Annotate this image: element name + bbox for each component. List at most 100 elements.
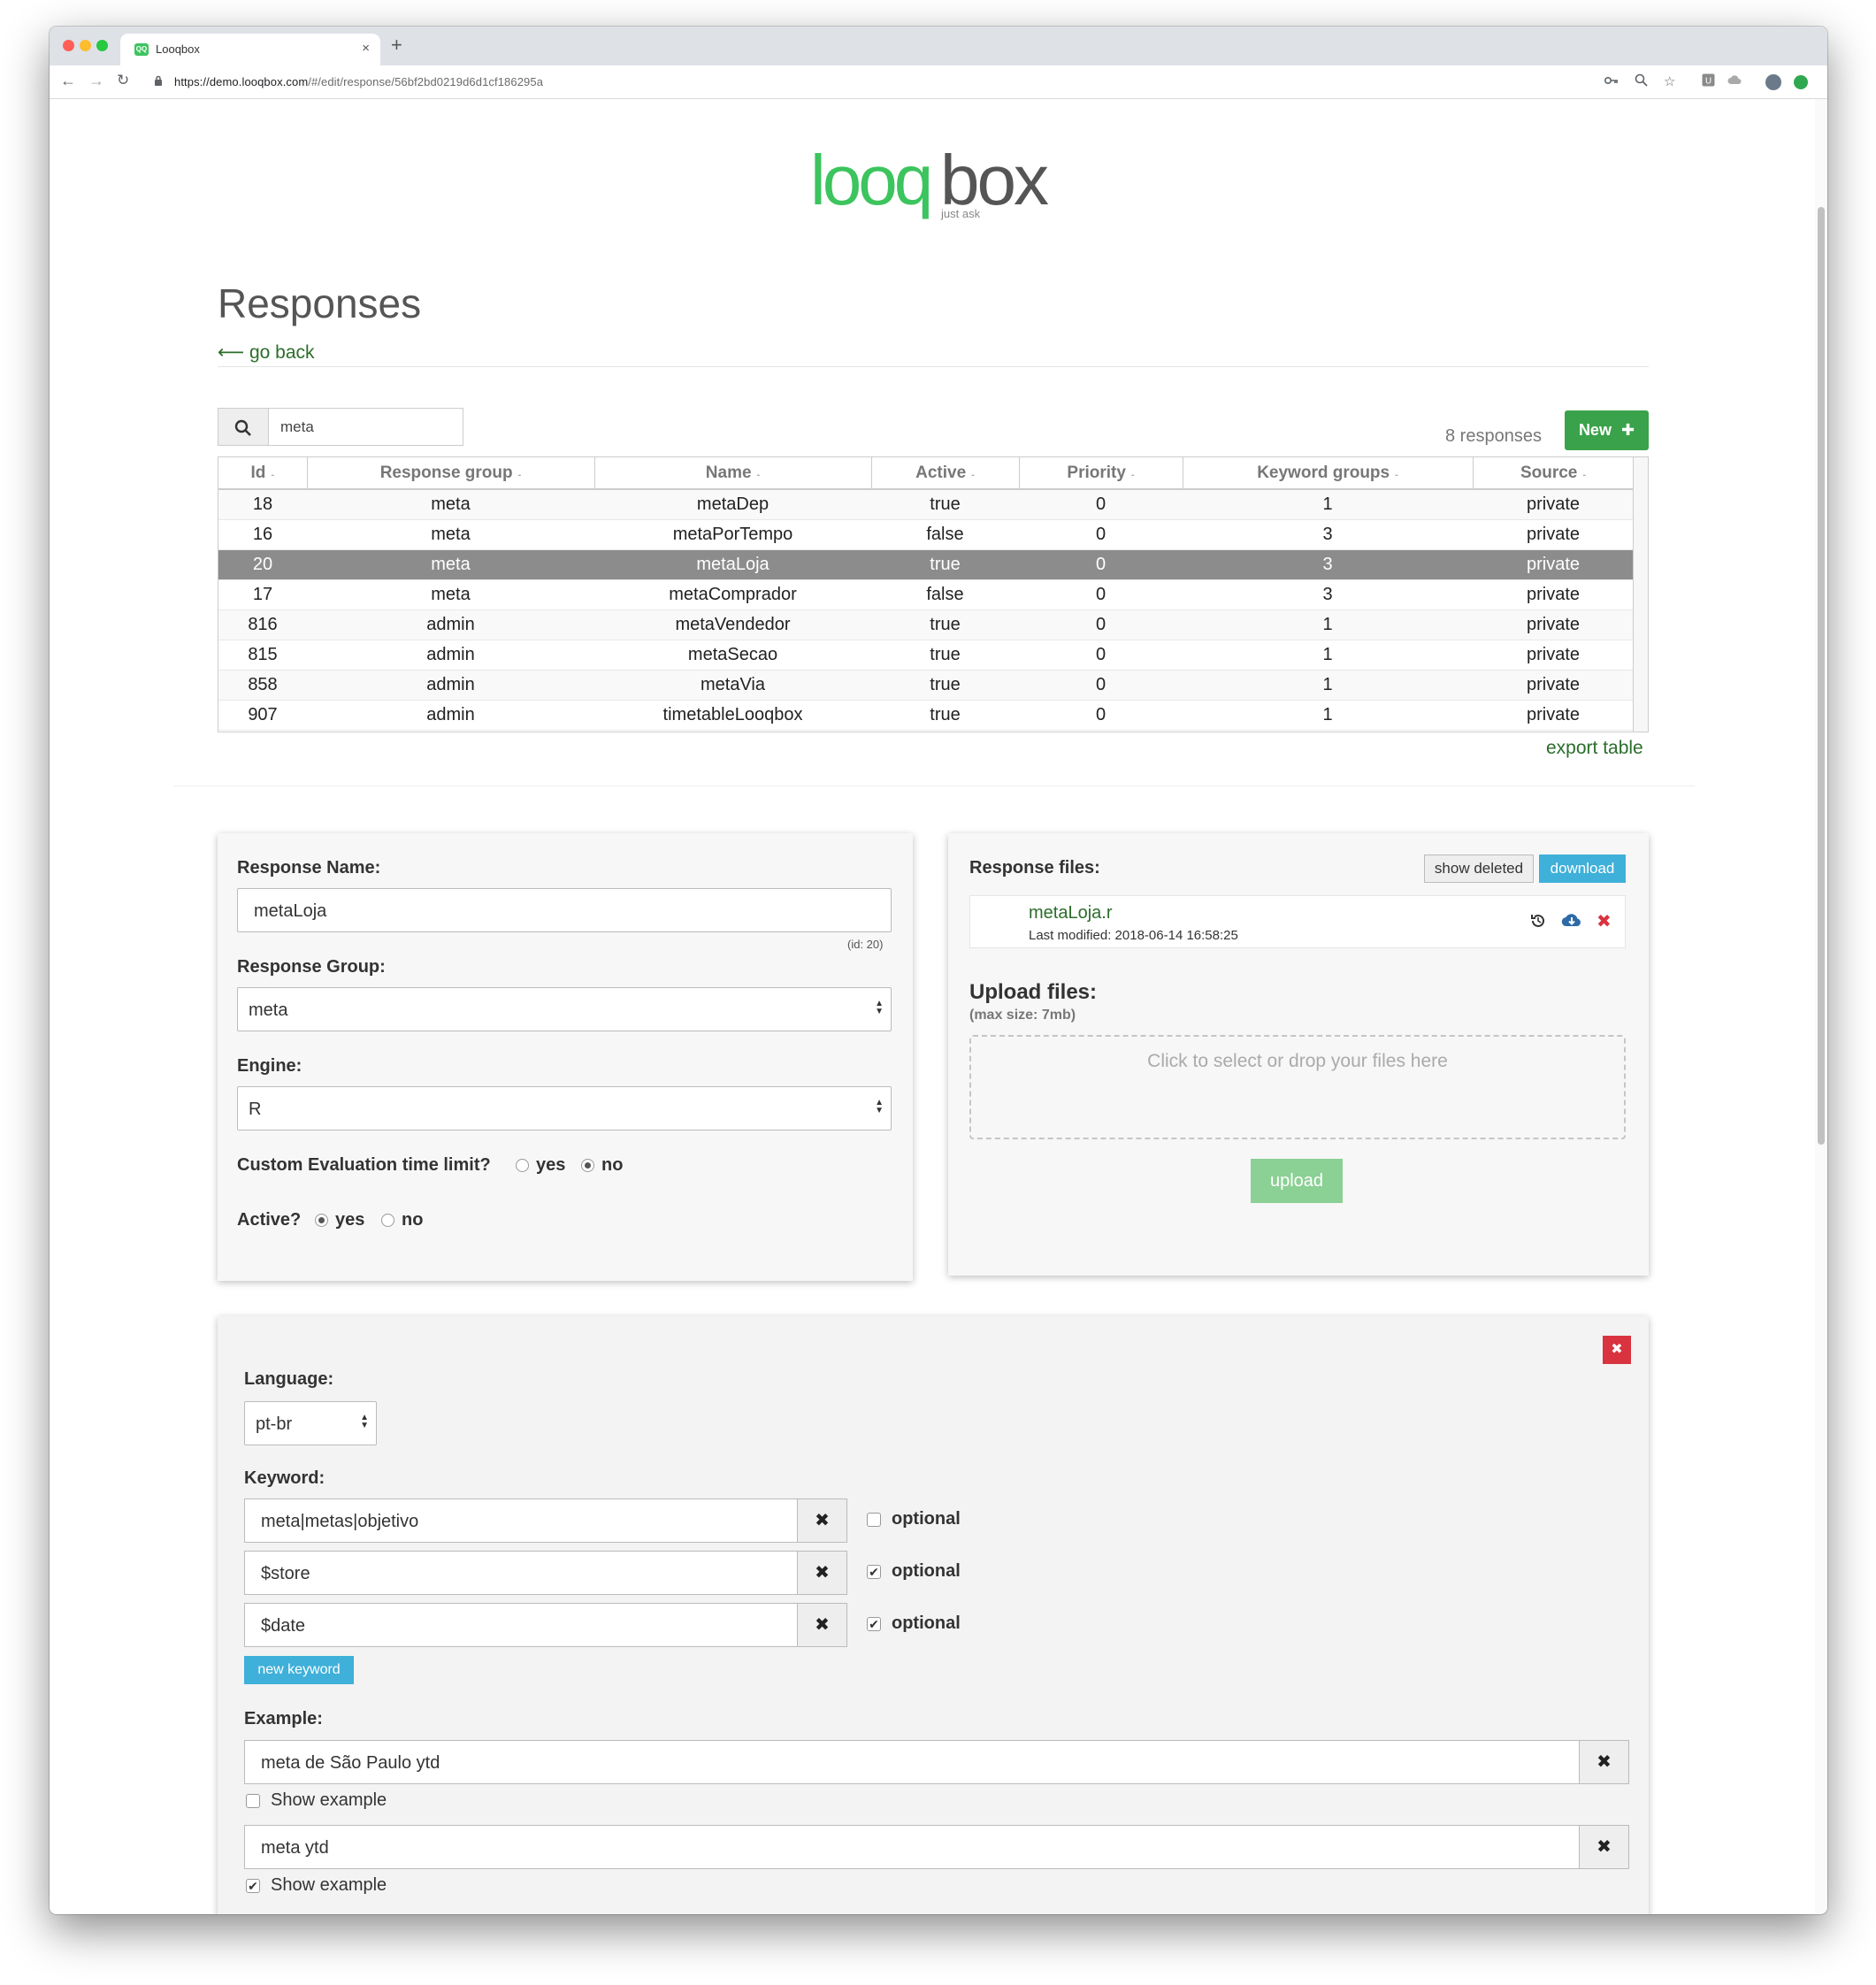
download-button[interactable]: download	[1539, 855, 1626, 883]
table-row[interactable]: 16 meta metaPorTempo false 0 3 private	[218, 519, 1634, 550]
bookmark-star-icon[interactable]: ☆	[1664, 73, 1675, 89]
language-label: Language:	[244, 1369, 334, 1389]
table-cell: 907	[218, 700, 307, 731]
time-limit-yes-label: yes	[536, 1155, 566, 1175]
show-example-checkbox[interactable]: ✔	[246, 1879, 260, 1893]
optional-checkbox[interactable]: ✔	[867, 1617, 881, 1631]
table-row[interactable]: 815 admin metaSecao true 0 1 private	[218, 640, 1634, 671]
table-row[interactable]: 907 admin timetableLooqbox true 0 1 private	[218, 700, 1634, 731]
keyword-input[interactable]: meta|metas|objetivo	[244, 1498, 798, 1543]
table-row[interactable]: 816 admin metaVendedor true 0 1 private	[218, 609, 1634, 640]
sort-icon: -	[756, 469, 761, 480]
column-header[interactable]: Id -	[218, 457, 308, 490]
table-cell: private	[1473, 670, 1634, 701]
column-header[interactable]: Response group -	[307, 457, 595, 490]
extension-u-icon[interactable]: U	[1702, 73, 1715, 89]
drop-zone-text: Click to select or drop your files here	[1147, 1051, 1448, 1071]
file-item[interactable]: metaLoja.r Last modified: 2018-06-14 16:…	[969, 895, 1626, 948]
search-input[interactable]	[280, 418, 448, 436]
favicon-icon: QQ	[134, 43, 149, 56]
optional-checkbox[interactable]: ✔	[867, 1565, 881, 1579]
reload-icon[interactable]: ↻	[117, 72, 129, 89]
remove-keyword-button[interactable]: ✖	[798, 1603, 847, 1647]
close-window-button[interactable]	[63, 40, 74, 51]
remove-keyword-button[interactable]: ✖	[798, 1551, 847, 1595]
example-input[interactable]: meta de São Paulo ytd	[244, 1740, 1580, 1784]
browser-tab[interactable]: QQ Looqbox ×	[120, 34, 380, 65]
example-input[interactable]: meta ytd	[244, 1825, 1580, 1869]
column-header[interactable]: Active -	[871, 457, 1020, 490]
maximize-window-button[interactable]	[96, 40, 108, 51]
table-cell: meta	[307, 489, 594, 520]
active-no-label: no	[402, 1210, 424, 1230]
column-header[interactable]: Keyword groups -	[1183, 457, 1474, 490]
response-group-select[interactable]: meta ▲ ▼	[237, 987, 892, 1031]
remove-keyword-button[interactable]: ✖	[798, 1498, 847, 1543]
upload-button[interactable]: upload	[1251, 1159, 1343, 1203]
select-arrows-icon: ▲ ▼	[360, 1413, 369, 1430]
table-cell: meta	[307, 519, 594, 550]
go-back-link[interactable]: ⟵ go back	[218, 341, 315, 364]
forward-icon[interactable]: →	[88, 72, 104, 90]
remove-example-button[interactable]: ✖	[1580, 1825, 1629, 1869]
tab-close-icon[interactable]: ×	[362, 41, 370, 56]
url-host: https://demo.looqbox.com	[174, 75, 309, 88]
response-files-label: Response files:	[969, 858, 1100, 878]
extension-green-icon[interactable]	[1794, 75, 1808, 89]
new-keyword-button[interactable]: new keyword	[244, 1656, 354, 1684]
table-cell: true	[871, 489, 1019, 520]
table-row[interactable]: 20 meta metaLoja true 0 3 private	[218, 549, 1634, 580]
optional-checkbox[interactable]	[867, 1513, 881, 1527]
response-name-input[interactable]: metaLoja	[237, 888, 892, 932]
table-cell: timetableLooqbox	[594, 700, 871, 731]
new-response-button[interactable]: New ✚	[1565, 410, 1649, 450]
table-scrollbar[interactable]	[1633, 456, 1649, 732]
keyword-input[interactable]: $store	[244, 1551, 798, 1595]
minimize-window-button[interactable]	[80, 40, 91, 51]
table-cell: true	[871, 700, 1019, 731]
restore-icon[interactable]	[1529, 912, 1547, 934]
delete-file-icon[interactable]: ✖	[1597, 910, 1612, 932]
table-row[interactable]: 17 meta metaComprador false 0 3 private	[218, 579, 1634, 610]
time-limit-yes-radio[interactable]	[516, 1159, 529, 1172]
page-scrollbar-thumb[interactable]	[1818, 207, 1825, 1145]
profile-avatar[interactable]	[1765, 74, 1781, 90]
zoom-icon[interactable]	[1635, 73, 1648, 90]
address-bar[interactable]: https://demo.looqbox.com/#/edit/response…	[174, 75, 543, 88]
remove-example-button[interactable]: ✖	[1580, 1740, 1629, 1784]
table-row[interactable]: 18 meta metaDep true 0 1 private	[218, 489, 1634, 520]
active-yes-radio[interactable]	[315, 1214, 328, 1227]
page-scrollbar[interactable]	[1815, 99, 1827, 1914]
table-cell: true	[871, 609, 1019, 640]
time-limit-no-radio[interactable]	[581, 1159, 594, 1172]
go-back-label: go back	[249, 342, 315, 363]
search-button[interactable]	[218, 409, 269, 445]
table-row[interactable]: 858 admin metaVia true 0 1 private	[218, 670, 1634, 701]
sort-icon: -	[971, 469, 975, 480]
show-deleted-button[interactable]: show deleted	[1424, 855, 1534, 883]
language-select[interactable]: pt-br ▲ ▼	[244, 1401, 377, 1445]
table-cell: 16	[218, 519, 307, 550]
table-cell: true	[871, 670, 1019, 701]
extension-cloud-icon[interactable]	[1727, 73, 1742, 88]
table-cell: 0	[1019, 640, 1183, 671]
export-table-link[interactable]: export table	[1546, 738, 1643, 759]
keyword-input[interactable]: $date	[244, 1603, 798, 1647]
show-example-label: Show example	[271, 1790, 387, 1810]
new-tab-icon[interactable]: +	[391, 34, 402, 57]
active-no-radio[interactable]	[381, 1214, 394, 1227]
key-icon[interactable]	[1604, 73, 1619, 88]
column-header[interactable]: Priority -	[1019, 457, 1183, 490]
arrow-left-icon: ⟵	[218, 342, 245, 363]
column-header[interactable]: Name -	[594, 457, 872, 490]
file-drop-zone[interactable]: Click to select or drop your files here	[969, 1035, 1626, 1139]
column-header[interactable]: Source -	[1473, 457, 1635, 490]
column-header-label: Name	[705, 463, 752, 482]
remove-keyword-group-button[interactable]: ✖	[1603, 1336, 1631, 1364]
show-example-checkbox[interactable]	[246, 1794, 260, 1808]
time-limit-label: Custom Evaluation time limit?	[237, 1155, 491, 1175]
cloud-download-icon[interactable]	[1561, 912, 1582, 932]
back-icon[interactable]: ←	[60, 72, 76, 90]
file-name-link[interactable]: metaLoja.r	[1029, 903, 1113, 924]
engine-select[interactable]: R ▲ ▼	[237, 1086, 892, 1130]
